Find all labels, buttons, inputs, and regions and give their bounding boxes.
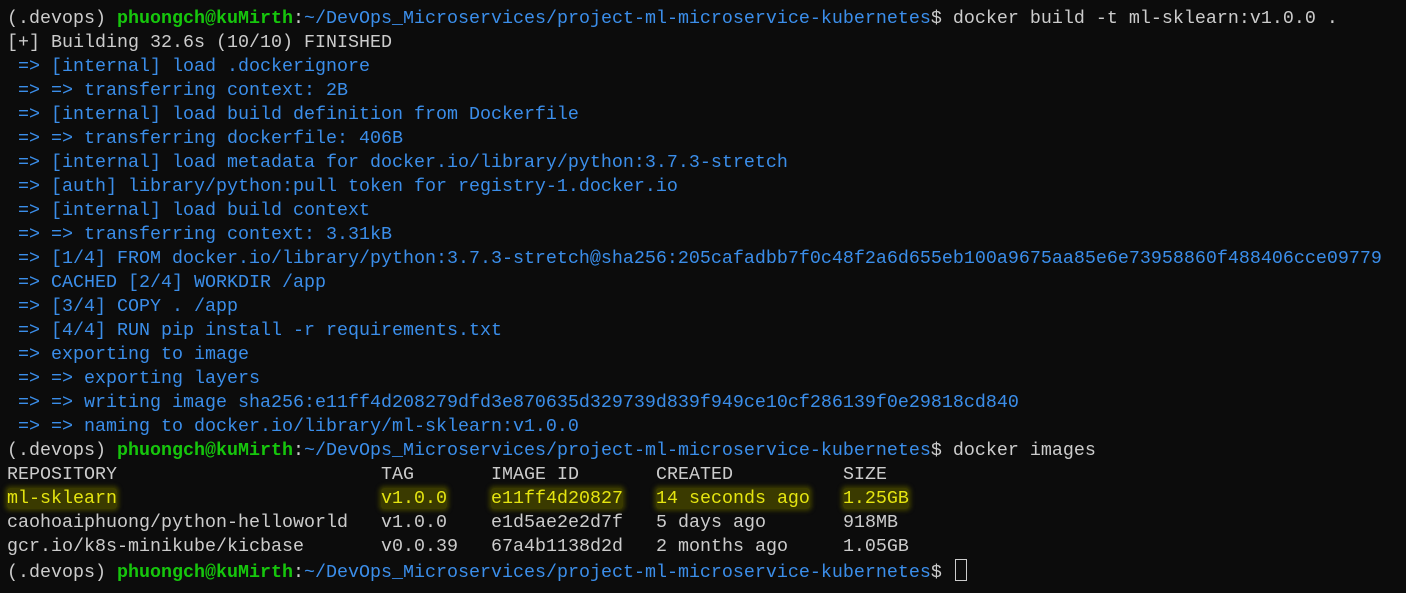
- table-row: gcr.io/k8s-minikube/kicbase v0.0.39 67a4…: [7, 535, 1406, 559]
- table-cell: gcr.io/k8s-minikube/kicbase: [7, 536, 304, 557]
- cell-gap: [414, 464, 491, 485]
- cell-gap: [766, 512, 843, 533]
- table-cell: CREATED: [655, 464, 733, 485]
- table-header-row: REPOSITORY TAG IMAGE ID CREATED SIZE: [7, 463, 1406, 487]
- output-text: => [internal] load metadata for docker.i…: [7, 152, 788, 173]
- table-cell: 5 days ago: [655, 512, 766, 533]
- table-cell: 1.05GB: [842, 536, 909, 557]
- output-text: => [internal] load build definition from…: [7, 104, 579, 125]
- cell-gap: [447, 488, 491, 509]
- table-cell: e11ff4d20827: [490, 488, 623, 509]
- table-cell: 14 seconds ago: [655, 488, 810, 509]
- table-cell: v1.0.0: [380, 488, 447, 509]
- output-line: => [internal] load metadata for docker.i…: [7, 151, 1406, 175]
- table-cell: 67a4b1138d2d: [490, 536, 623, 557]
- prompt-line: (.devops) phuongch@kuMirth:~/DevOps_Micr…: [7, 439, 1406, 463]
- prompt-path: ~/DevOps_Microservices/project-ml-micros…: [303, 562, 931, 583]
- table-cell: 1.25GB: [842, 488, 909, 509]
- cell-gap: [348, 512, 381, 533]
- table-cell: v0.0.39: [380, 536, 458, 557]
- output-text: => => exporting layers: [7, 368, 260, 389]
- cell-gap: [458, 536, 491, 557]
- prompt-user-host: phuongch@kuMirth: [117, 562, 293, 583]
- output-text: => [internal] load build context: [7, 200, 370, 221]
- table-cell: e1d5ae2e2d7f: [490, 512, 623, 533]
- cell-gap: [304, 536, 381, 557]
- prompt-separator: :: [292, 8, 304, 29]
- output-line: => exporting to image: [7, 343, 1406, 367]
- cell-gap: [788, 536, 843, 557]
- cell-gap: [117, 464, 381, 485]
- table-row: ml-sklearn v1.0.0 e11ff4d20827 14 second…: [7, 487, 1406, 511]
- prompt-dollar: $: [930, 562, 942, 583]
- prompt-env: (.devops): [7, 562, 117, 583]
- output-text: => => transferring context: 2B: [7, 80, 348, 101]
- output-line: => [internal] load build definition from…: [7, 103, 1406, 127]
- output-text: => [internal] load .dockerignore: [7, 56, 370, 77]
- table-cell: 918MB: [842, 512, 898, 533]
- prompt-user-host: phuongch@kuMirth: [117, 8, 293, 29]
- output-line: => [3/4] COPY . /app: [7, 295, 1406, 319]
- table-cell: TAG: [380, 464, 414, 485]
- table-cell: ml-sklearn: [7, 488, 117, 509]
- output-line: => => transferring context: 3.31kB: [7, 223, 1406, 247]
- prompt-separator: :: [292, 562, 304, 583]
- table-cell: v1.0.0: [380, 512, 447, 533]
- output-text: [+] Building 32.6s (10/10) FINISHED: [7, 32, 392, 53]
- output-line: => [internal] load build context: [7, 199, 1406, 223]
- prompt-dollar: $: [930, 8, 942, 29]
- table-cell: caohoaiphuong/python-helloworld: [7, 512, 348, 533]
- output-line: => => transferring context: 2B: [7, 79, 1406, 103]
- prompt-path: ~/DevOps_Microservices/project-ml-micros…: [303, 440, 931, 461]
- output-line: => [1/4] FROM docker.io/library/python:3…: [7, 247, 1406, 271]
- output-text: => exporting to image: [7, 344, 249, 365]
- table-row: caohoaiphuong/python-helloworld v1.0.0 e…: [7, 511, 1406, 535]
- output-line: => [4/4] RUN pip install -r requirements…: [7, 319, 1406, 343]
- prompt-line: (.devops) phuongch@kuMirth:~/DevOps_Micr…: [7, 559, 1406, 583]
- command-text: docker images: [941, 440, 1096, 461]
- output-text: => CACHED [2/4] WORKDIR /app: [7, 272, 326, 293]
- table-cell: SIZE: [842, 464, 887, 485]
- prompt-env: (.devops): [7, 8, 117, 29]
- cell-gap: [623, 512, 656, 533]
- cell-gap: [117, 488, 381, 509]
- cell-gap: [623, 536, 656, 557]
- command-text: [942, 562, 953, 583]
- prompt-line: (.devops) phuongch@kuMirth:~/DevOps_Micr…: [7, 7, 1406, 31]
- output-text: => [3/4] COPY . /app: [7, 296, 238, 317]
- prompt-path: ~/DevOps_Microservices/project-ml-micros…: [303, 8, 931, 29]
- output-text: => => writing image sha256:e11ff4d208279…: [7, 392, 1019, 413]
- cell-gap: [810, 488, 843, 509]
- prompt-user-host: phuongch@kuMirth: [117, 440, 293, 461]
- output-text: => => transferring context: 3.31kB: [7, 224, 392, 245]
- prompt-env: (.devops): [7, 440, 117, 461]
- prompt-separator: :: [292, 440, 304, 461]
- table-cell: 2 months ago: [655, 536, 788, 557]
- output-text: => [4/4] RUN pip install -r requirements…: [7, 320, 502, 341]
- table-cell: IMAGE ID: [490, 464, 579, 485]
- cell-gap: [579, 464, 656, 485]
- terminal-window[interactable]: (.devops) phuongch@kuMirth:~/DevOps_Micr…: [0, 0, 1406, 583]
- output-line: [+] Building 32.6s (10/10) FINISHED: [7, 31, 1406, 55]
- output-line: => [internal] load .dockerignore: [7, 55, 1406, 79]
- output-text: => [1/4] FROM docker.io/library/python:3…: [7, 248, 1382, 269]
- output-text: => [auth] library/python:pull token for …: [7, 176, 678, 197]
- command-text: docker build -t ml-sklearn:v1.0.0 .: [941, 8, 1338, 29]
- output-line: => [auth] library/python:pull token for …: [7, 175, 1406, 199]
- output-line: => => exporting layers: [7, 367, 1406, 391]
- output-text: => => naming to docker.io/library/ml-skl…: [7, 416, 579, 437]
- output-text: => => transferring dockerfile: 406B: [7, 128, 403, 149]
- cell-gap: [447, 512, 491, 533]
- output-line: => => naming to docker.io/library/ml-skl…: [7, 415, 1406, 439]
- prompt-dollar: $: [930, 440, 942, 461]
- text-cursor[interactable]: [954, 559, 967, 581]
- output-line: => => transferring dockerfile: 406B: [7, 127, 1406, 151]
- table-cell: REPOSITORY: [7, 464, 117, 485]
- output-line: => CACHED [2/4] WORKDIR /app: [7, 271, 1406, 295]
- cell-gap: [733, 464, 843, 485]
- output-line: => => writing image sha256:e11ff4d208279…: [7, 391, 1406, 415]
- cell-gap: [623, 488, 656, 509]
